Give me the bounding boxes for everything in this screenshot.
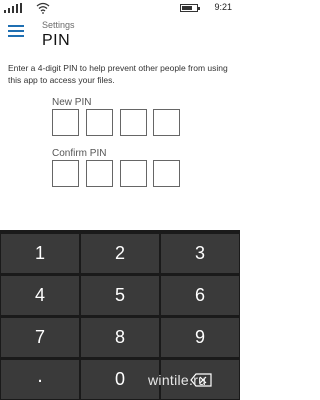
key-1[interactable]: 1	[1, 234, 79, 273]
new-pin-input[interactable]	[52, 109, 180, 137]
key-7[interactable]: 7	[1, 318, 79, 357]
key-5[interactable]: 5	[81, 276, 159, 315]
key-9[interactable]: 9	[161, 318, 239, 357]
key-3[interactable]: 3	[161, 234, 239, 273]
confirm-pin-input[interactable]	[52, 160, 180, 188]
breadcrumb: Settings	[42, 20, 75, 30]
key-2[interactable]: 2	[81, 234, 159, 273]
page-title: PIN	[42, 32, 71, 49]
new-pin-digit-box[interactable]	[120, 109, 147, 136]
wifi-icon	[36, 2, 50, 14]
key-dot[interactable]: .	[1, 360, 79, 399]
new-pin-label: New PIN	[52, 97, 92, 108]
key-8[interactable]: 8	[81, 318, 159, 357]
battery-icon	[180, 4, 200, 12]
pin-description: Enter a 4-digit PIN to help prevent othe…	[8, 63, 228, 85]
new-pin-digit-box[interactable]	[86, 109, 113, 136]
confirm-pin-digit-box[interactable]	[86, 160, 113, 187]
confirm-pin-label: Confirm PIN	[52, 148, 107, 159]
new-pin-digit-box[interactable]	[153, 109, 180, 136]
status-bar: 9:21	[0, 0, 240, 16]
confirm-pin-digit-box[interactable]	[153, 160, 180, 187]
battery-level	[182, 6, 192, 10]
signal-strength-icon	[4, 3, 24, 13]
watermark: wintile.ru	[148, 372, 207, 388]
key-4[interactable]: 4	[1, 276, 79, 315]
key-6[interactable]: 6	[161, 276, 239, 315]
status-time: 9:21	[214, 2, 232, 12]
confirm-pin-digit-box[interactable]	[52, 160, 79, 187]
new-pin-digit-box[interactable]	[52, 109, 79, 136]
confirm-pin-digit-box[interactable]	[120, 160, 147, 187]
hamburger-menu-icon[interactable]	[8, 24, 24, 38]
